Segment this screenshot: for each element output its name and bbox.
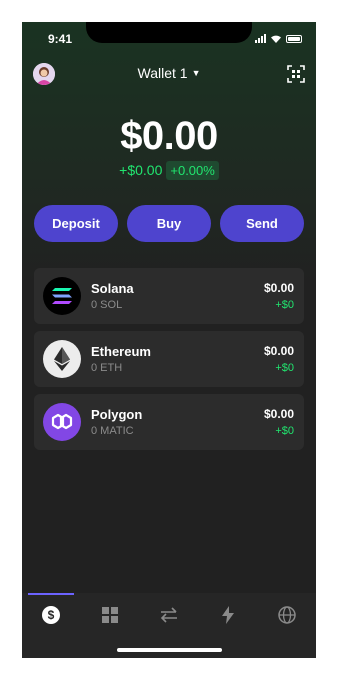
notch <box>86 22 252 43</box>
token-change: +$0 <box>275 425 294 437</box>
change-amount: +$0.00 <box>119 162 163 178</box>
token-change: +$0 <box>275 299 294 311</box>
tab-swap[interactable] <box>157 603 181 627</box>
tab-browser[interactable] <box>275 603 299 627</box>
battery-icon <box>286 34 302 43</box>
token-amount: 0 MATIC <box>91 425 134 437</box>
token-row-ethereum[interactable]: Ethereum 0 ETH $0.00 +$0 <box>34 331 304 387</box>
token-list: Solana 0 SOL $0.00 +$0 Ethereum 0 ETH $0… <box>34 268 304 457</box>
token-row-polygon[interactable]: Polygon 0 MATIC $0.00 +$0 <box>34 394 304 450</box>
tab-activity[interactable] <box>216 603 240 627</box>
send-button[interactable]: Send <box>220 205 304 242</box>
token-value: $0.00 <box>263 407 294 421</box>
token-name: Solana <box>91 281 134 296</box>
svg-text:$: $ <box>48 608 55 622</box>
dollar-icon: $ <box>42 606 60 624</box>
signal-icon <box>255 34 266 43</box>
token-amount: 0 SOL <box>91 299 123 311</box>
balance-change: +$0.00 +0.00% <box>22 161 316 180</box>
token-row-solana[interactable]: Solana 0 SOL $0.00 +$0 <box>34 268 304 324</box>
swap-icon <box>160 607 177 623</box>
token-amount: 0 ETH <box>91 362 123 374</box>
globe-icon <box>278 606 296 624</box>
active-tab-indicator <box>28 593 74 595</box>
buy-button[interactable]: Buy <box>127 205 211 242</box>
polygon-icon <box>43 403 81 441</box>
tab-wallet[interactable]: $ <box>39 603 63 627</box>
lightning-icon <box>222 606 234 624</box>
home-indicator <box>117 648 222 652</box>
ethereum-icon <box>43 340 81 378</box>
solana-icon <box>43 277 81 315</box>
phone-screen: 9:41 Wallet 1 ▼ $0.00 +$0.00 +0.00% Deposi… <box>22 22 316 658</box>
total-balance: $0.00 <box>120 114 218 158</box>
wifi-icon <box>271 35 281 43</box>
qr-scan-icon[interactable] <box>287 65 305 83</box>
token-name: Polygon <box>91 407 143 422</box>
chevron-down-icon: ▼ <box>191 68 201 78</box>
token-name: Ethereum <box>91 344 151 359</box>
change-percent-badge: +0.00% <box>166 161 219 180</box>
wallet-selector[interactable]: Wallet 1 ▼ <box>22 65 316 81</box>
action-buttons: Deposit Buy Send <box>34 205 304 242</box>
wallet-title: Wallet 1 <box>137 65 188 81</box>
deposit-button[interactable]: Deposit <box>34 205 118 242</box>
grid-icon <box>102 607 118 623</box>
tab-bar: $ <box>22 593 316 658</box>
token-change: +$0 <box>275 362 294 374</box>
token-value: $0.00 <box>263 344 294 358</box>
status-icons <box>255 34 302 43</box>
status-time: 9:41 <box>48 32 73 46</box>
tab-collectibles[interactable] <box>98 603 122 627</box>
token-value: $0.00 <box>263 281 294 295</box>
